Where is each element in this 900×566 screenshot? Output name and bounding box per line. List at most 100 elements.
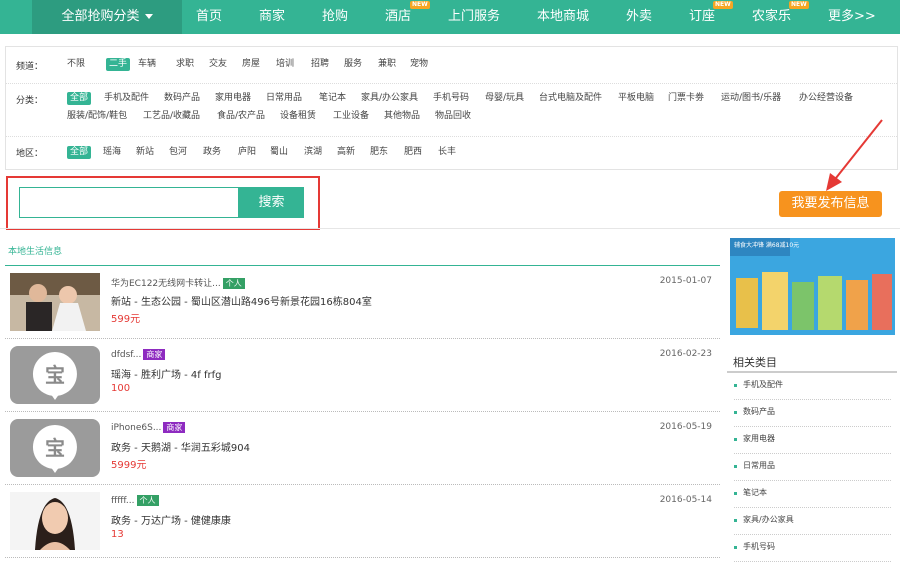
nav-item-home[interactable]: 首页: [196, 0, 222, 34]
all-categories-label: 全部抢购分类: [61, 9, 140, 24]
bao-char: 宝: [45, 363, 65, 387]
channel-option[interactable]: 培训: [276, 58, 294, 71]
channel-label: 频道：: [16, 62, 44, 72]
category-option[interactable]: 数码产品: [164, 92, 200, 105]
category-option[interactable]: 工艺品/收藏品: [143, 110, 200, 123]
listing-price: 100: [111, 383, 131, 394]
related-categories-title: 相关类目: [733, 356, 777, 369]
red-arrow-annotation: [826, 119, 883, 191]
nav-item-more[interactable]: 更多>>: [828, 0, 876, 34]
sidebar-ad-banner[interactable]: 辅食大冲锋 满68减10元: [730, 238, 895, 335]
channel-option[interactable]: 二手: [106, 58, 131, 71]
category-filter-row: 分类： 全部 手机及配件 数码产品 家用电器 日常用品 笔记本 家具/办公家具 手机号码 母婴/…: [6, 84, 897, 137]
region-option[interactable]: 肥东: [370, 146, 388, 159]
listing-thumbnail-photo[interactable]: [10, 492, 100, 550]
listing-address: 瑶海 - 胜利广场 - 4f frfg: [111, 370, 222, 381]
listing-title-row: dfdsf... 商家: [111, 349, 166, 360]
region-option[interactable]: 长丰: [438, 146, 456, 159]
channel-option[interactable]: 兼职: [378, 58, 396, 71]
bao-logo-icon[interactable]: 宝: [10, 419, 100, 477]
category-option[interactable]: 台式电脑及配件: [539, 92, 602, 105]
channel-option[interactable]: 宠物: [410, 58, 428, 71]
channel-option[interactable]: 不限: [67, 58, 85, 71]
nav-item-hotel[interactable]: 酒店: [385, 0, 411, 34]
listing-item[interactable]: fffff... 个人 政务 - 万达广场 - 健健康康 13 2016-05-1…: [5, 485, 720, 558]
category-option[interactable]: 工业设备: [333, 110, 369, 123]
category-option[interactable]: 家用电器: [215, 92, 251, 105]
nav-item-takeout[interactable]: 外卖: [626, 0, 652, 34]
related-category-item[interactable]: 手机及配件: [734, 373, 891, 400]
related-category-label: 手机号码: [743, 542, 775, 551]
related-category-label: 数码产品: [743, 407, 775, 416]
category-option[interactable]: 手机及配件: [104, 92, 149, 105]
category-option[interactable]: 运动/图书/乐器: [721, 92, 781, 105]
listing-address: 政务 - 天鹅湖 - 华润五彩城904: [111, 443, 251, 454]
channel-option[interactable]: 房屋: [242, 58, 260, 71]
region-option[interactable]: 滨湖: [304, 146, 322, 159]
region-option[interactable]: 包河: [169, 146, 187, 159]
category-option[interactable]: 物品回收: [435, 110, 471, 123]
category-option[interactable]: 日常用品: [266, 92, 302, 105]
listing-price: 5999元: [111, 460, 147, 471]
nav-item-merchants[interactable]: 商家: [259, 0, 285, 34]
nav-item-home-service[interactable]: 上门服务: [448, 0, 500, 34]
section-title: 本地生活信息: [8, 247, 63, 257]
channel-option[interactable]: 交友: [209, 58, 227, 71]
listing-item[interactable]: 宝 dfdsf... 商家 瑶海 - 胜利广场 - 4f frfg 100 201…: [5, 339, 720, 412]
nav-item-local-mall[interactable]: 本地商城: [537, 0, 589, 34]
category-option[interactable]: 手机号码: [433, 92, 469, 105]
region-option[interactable]: 肥西: [404, 146, 422, 159]
search-button[interactable]: 搜索: [239, 187, 304, 218]
related-category-item[interactable]: 手机号码: [734, 535, 891, 562]
nav-item-farmstay[interactable]: 农家乐: [752, 0, 791, 34]
all-categories-dropdown[interactable]: 全部抢购分类: [32, 0, 182, 34]
post-info-button[interactable]: 我要发布信息: [779, 191, 882, 217]
bao-logo-icon[interactable]: 宝: [10, 346, 100, 404]
region-option[interactable]: 新站: [136, 146, 154, 159]
related-category-label: 日常用品: [743, 461, 775, 470]
category-option[interactable]: 家具/办公家具: [361, 92, 418, 105]
related-category-item[interactable]: 家用电器: [734, 427, 891, 454]
search-input[interactable]: [19, 187, 239, 218]
category-option[interactable]: 全部: [67, 92, 92, 105]
category-option[interactable]: 母婴/玩具: [485, 92, 524, 105]
region-option[interactable]: 蜀山: [270, 146, 288, 159]
region-option[interactable]: 政务: [203, 146, 221, 159]
listing-title[interactable]: iPhone6S...: [111, 423, 161, 433]
channel-option[interactable]: 招聘: [311, 58, 329, 71]
listing-item[interactable]: 华为EC122无线网卡转让... 个人 新站 - 生态公园 - 蜀山区潜山路496…: [5, 266, 720, 339]
related-category-item[interactable]: 数码产品: [734, 400, 891, 427]
listing-title[interactable]: 华为EC122无线网卡转让...: [111, 279, 221, 289]
region-option[interactable]: 全部: [67, 146, 92, 159]
bullet-icon: [734, 411, 737, 414]
ad-image: 辅食大冲锋 满68减10元: [730, 238, 895, 335]
region-option[interactable]: 庐阳: [238, 146, 256, 159]
related-category-item[interactable]: 家具/办公家具: [734, 508, 891, 535]
channel-option[interactable]: 求职: [176, 58, 194, 71]
ad-text: 辅食大冲锋 满68减10元: [734, 241, 799, 249]
listing-item[interactable]: 宝 iPhone6S... 商家 政务 - 天鹅湖 - 华润五彩城904 5999…: [5, 412, 720, 485]
listing-title[interactable]: fffff...: [111, 496, 135, 506]
region-filter-row: 地区： 全部 瑶海 新站 包河 政务 庐阳 蜀山 滨湖 高新 肥东 肥西 长丰: [6, 137, 897, 171]
bullet-icon: [734, 546, 737, 549]
region-option[interactable]: 瑶海: [103, 146, 121, 159]
category-option[interactable]: 食品/农产品: [217, 110, 265, 123]
related-category-item[interactable]: 日常用品: [734, 454, 891, 481]
nav-item-deals[interactable]: 抢购: [322, 0, 348, 34]
category-option[interactable]: 办公经营设备: [799, 92, 853, 105]
category-option[interactable]: 平板电脑: [618, 92, 654, 105]
channel-option[interactable]: 服务: [344, 58, 362, 71]
new-badge: NEW: [789, 1, 809, 9]
category-option[interactable]: 服装/配饰/鞋包: [67, 110, 127, 123]
related-category-item[interactable]: 笔记本: [734, 481, 891, 508]
category-option[interactable]: 设备租赁: [280, 110, 316, 123]
listing-title[interactable]: dfdsf...: [111, 350, 141, 360]
listing-thumbnail-photo[interactable]: [10, 273, 100, 331]
listing-address: 新站 - 生态公园 - 蜀山区潜山路496号新景花园16栋804室: [111, 297, 372, 308]
nav-item-reservation[interactable]: 订座: [689, 0, 715, 34]
category-option[interactable]: 门票卡劵: [668, 92, 704, 105]
category-option[interactable]: 其他物品: [384, 110, 420, 123]
category-option[interactable]: 笔记本: [319, 92, 346, 105]
channel-option[interactable]: 车辆: [138, 58, 156, 71]
region-option[interactable]: 高新: [337, 146, 355, 159]
